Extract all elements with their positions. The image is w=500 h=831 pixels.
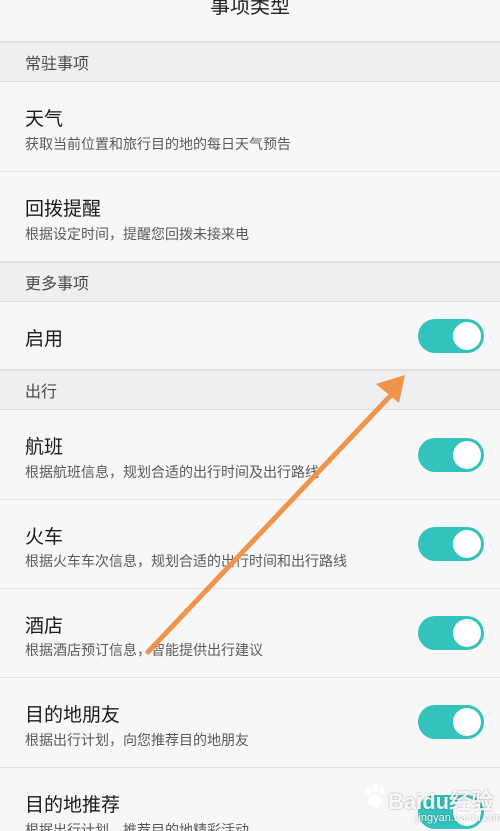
- watermark-logo: Baidu经验 jingyan.baidu.com: [360, 780, 500, 830]
- item-subtitle: 根据火车车次信息，规划合适的出行时间和出行路线: [25, 554, 347, 570]
- toggle-knob: [453, 322, 481, 350]
- item-subtitle: 根据出行计划，向您推荐目的地朋友: [25, 733, 249, 749]
- destination-friends-toggle[interactable]: [418, 705, 484, 739]
- toggle-knob: [453, 708, 481, 736]
- watermark-url: jingyan.baidu.com: [416, 812, 500, 824]
- item-subtitle: 根据航班信息，规划合适的出行时间及出行路线: [25, 465, 319, 481]
- toggle-knob: [453, 530, 481, 558]
- item-title: 火车: [25, 526, 64, 548]
- title-bar: 事项类型: [0, 0, 500, 42]
- list-item-destination-friends[interactable]: 目的地朋友 根据出行计划，向您推荐目的地朋友: [0, 678, 500, 768]
- item-title: 回拨提醒: [25, 198, 102, 220]
- train-toggle[interactable]: [418, 527, 484, 561]
- section-header-more: 更多事项: [0, 262, 500, 302]
- enable-toggle[interactable]: [418, 319, 484, 353]
- item-subtitle: 获取当前位置和旅行目的地的每日天气预告: [25, 137, 291, 153]
- item-subtitle: 根据酒店预订信息，智能提供出行建议: [25, 643, 263, 659]
- page-title: 事项类型: [210, 0, 290, 18]
- item-title: 启用: [25, 328, 64, 350]
- list-item-weather[interactable]: 天气 获取当前位置和旅行目的地的每日天气预告: [0, 82, 500, 172]
- section-header-resident: 常驻事项: [0, 42, 500, 82]
- section-label: 出行: [25, 382, 58, 401]
- list-item-flight[interactable]: 航班 根据航班信息，规划合适的出行时间及出行路线: [0, 410, 500, 500]
- toggle-knob: [453, 619, 481, 647]
- item-title: 目的地推荐: [25, 794, 121, 816]
- paw-icon: [365, 784, 385, 807]
- hotel-toggle[interactable]: [418, 616, 484, 650]
- screen: 事项类型 常驻事项 天气 获取当前位置和旅行目的地的每日天气预告 回拨提醒 根据…: [0, 0, 500, 831]
- item-title: 酒店: [25, 615, 64, 637]
- section-header-travel: 出行: [0, 370, 500, 410]
- list-item-enable[interactable]: 启用: [0, 302, 500, 370]
- item-subtitle: 根据设定时间，提醒您回拨未接来电: [25, 227, 249, 243]
- item-title: 天气: [25, 108, 64, 130]
- item-title: 目的地朋友: [25, 704, 121, 726]
- list-item-callback-reminder[interactable]: 回拨提醒 根据设定时间，提醒您回拨未接来电: [0, 172, 500, 262]
- flight-toggle[interactable]: [418, 438, 484, 472]
- section-label: 更多事项: [25, 274, 90, 293]
- item-subtitle: 根据出行计划，推荐目的地精彩活动: [25, 823, 249, 831]
- list-item-train[interactable]: 火车 根据火车车次信息，规划合适的出行时间和出行路线: [0, 500, 500, 589]
- section-label: 常驻事项: [25, 54, 90, 73]
- list-item-hotel[interactable]: 酒店 根据酒店预订信息，智能提供出行建议: [0, 589, 500, 678]
- item-title: 航班: [25, 436, 64, 458]
- toggle-knob: [453, 441, 481, 469]
